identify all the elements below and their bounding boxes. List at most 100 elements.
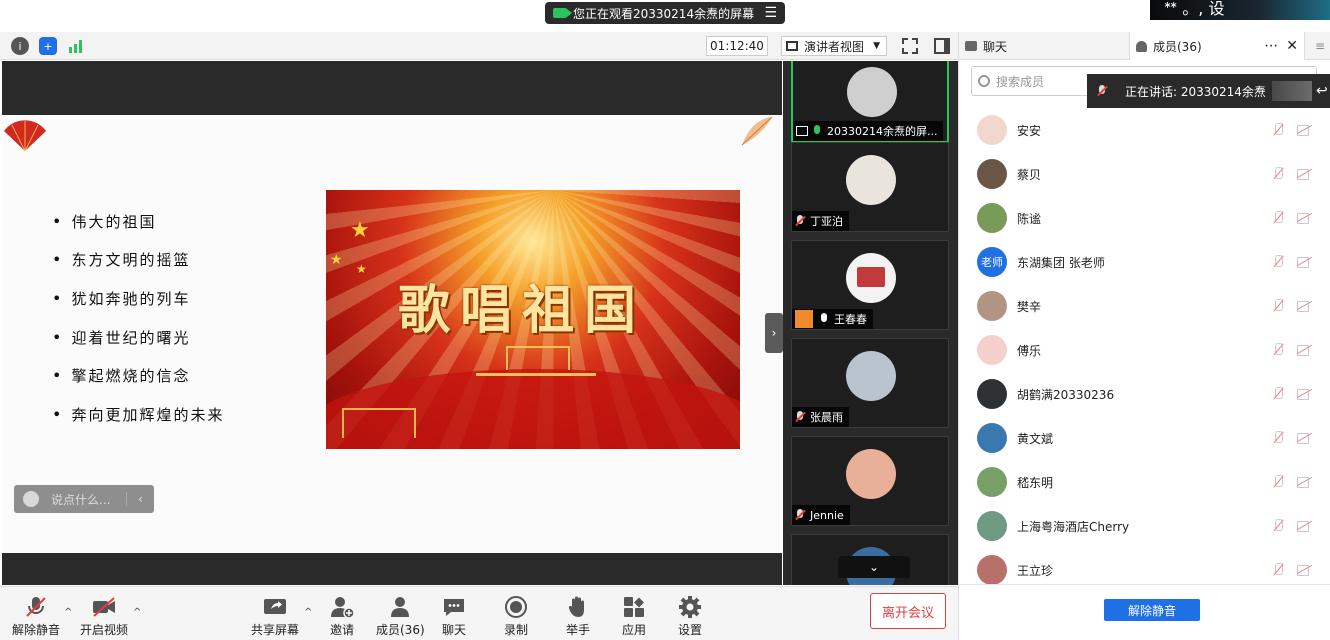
mic-off-icon[interactable] — [1271, 475, 1285, 489]
mic-off-icon[interactable] — [1271, 519, 1285, 533]
list-item[interactable]: 陈谧 — [959, 196, 1330, 240]
mic-off-icon[interactable] — [1271, 563, 1285, 577]
list-item[interactable]: 老师 东湖集团 张老师 — [959, 240, 1330, 284]
video-off-icon[interactable] — [1297, 213, 1313, 224]
apps-button[interactable]: 应用 — [622, 595, 646, 638]
mic-off-icon[interactable] — [1271, 299, 1285, 313]
chevron-up-icon[interactable]: ^ — [64, 607, 72, 618]
participant-name: Jennie — [810, 508, 844, 522]
chat-input[interactable]: 说点什么... ‹ — [14, 485, 154, 513]
view-mode-dropdown[interactable]: 演讲者视图 ▼ — [781, 36, 887, 56]
signal-icon[interactable] — [67, 37, 85, 55]
video-off-icon[interactable] — [1297, 433, 1313, 444]
video-thumbnail[interactable]: 王春春 — [791, 240, 949, 330]
avatar — [977, 159, 1007, 189]
mic-off-icon[interactable] — [1271, 123, 1285, 137]
info-icon[interactable]: i — [11, 37, 29, 55]
menu-icon[interactable]: ≡ — [1309, 32, 1330, 60]
video-off-icon[interactable] — [1297, 521, 1313, 532]
collapse-chat-button[interactable]: ‹ — [126, 492, 154, 506]
video-thumbnail[interactable]: 丁亚泊 — [791, 142, 949, 232]
members-button[interactable]: 成员(36) — [376, 595, 425, 638]
avatar — [977, 511, 1007, 541]
avatar — [977, 555, 1007, 585]
list-item[interactable]: 胡鹤满20330236 — [959, 372, 1330, 416]
participant-name: 王春春 — [834, 313, 867, 326]
video-off-icon[interactable] — [1297, 301, 1313, 312]
video-thumbnail-strip[interactable]: 20330214余焘的屏... 丁亚泊 王春春 张晨雨 Jennie — [783, 61, 958, 585]
mic-off-icon[interactable] — [1271, 431, 1285, 445]
participant-name: 丁亚泊 — [810, 215, 843, 228]
invite-button[interactable]: 邀请 — [330, 595, 355, 638]
mic-off-icon[interactable] — [1271, 387, 1285, 401]
fan-decoration — [4, 120, 46, 152]
avatar — [977, 379, 1007, 409]
mic-off-icon[interactable] — [1271, 255, 1285, 269]
more-icon[interactable]: ⋯ — [1264, 38, 1278, 54]
video-thumbnail[interactable]: 张晨雨 — [791, 338, 949, 428]
chevron-down-icon[interactable]: ⌄ — [838, 556, 910, 578]
unmute-all-button[interactable]: 解除静音 — [1104, 599, 1200, 621]
shared-screen: 伟大的祖国 东方文明的摇篮 犹如奔驰的列车 迎着世纪的曙光 擎起燃烧的信念 奔向… — [2, 61, 782, 585]
record-button[interactable]: 录制 — [504, 595, 528, 638]
video-off-icon[interactable] — [1297, 125, 1313, 136]
settings-button[interactable]: 设置 — [678, 595, 702, 638]
sidebar-toggle-icon[interactable] — [934, 38, 950, 54]
video-thumbnail[interactable]: 20330214余焘的屏... — [791, 61, 949, 143]
apps-label: 应用 — [622, 623, 647, 637]
active-speaker-text: 正在讲话: 20330214余焘 — [1125, 84, 1266, 99]
menu-icon[interactable]: ☰ — [764, 5, 777, 21]
user-icon — [795, 310, 813, 328]
star-icon: ★ — [350, 218, 370, 243]
tab-members[interactable]: 成员(36) ⋯ ✕ — [1129, 32, 1305, 60]
unmute-button[interactable]: 解除静音 — [12, 595, 60, 638]
list-item[interactable]: 樊辛 — [959, 284, 1330, 328]
record-label: 录制 — [504, 623, 529, 637]
mic-off-icon — [795, 215, 805, 227]
chat-button[interactable]: 聊天 — [442, 595, 466, 638]
fullscreen-icon[interactable] — [902, 38, 918, 54]
tab-chat[interactable]: 聊天 — [959, 32, 1129, 60]
avatar — [846, 449, 896, 499]
screen-share-icon — [796, 126, 808, 136]
video-off-icon[interactable] — [1297, 477, 1313, 488]
thumbnail-label: 张晨雨 — [792, 407, 849, 427]
mic-off-icon[interactable] — [1271, 211, 1285, 225]
list-item[interactable]: 蔡贝 — [959, 152, 1330, 196]
members-label: 成员(36) — [376, 623, 425, 637]
unmute-label: 解除静音 — [12, 623, 61, 637]
search-icon — [978, 75, 990, 87]
video-off-icon[interactable] — [1297, 257, 1313, 268]
mic-off-icon[interactable] — [1271, 167, 1285, 181]
star-icon: ★ — [330, 252, 343, 268]
leave-meeting-button[interactable]: 离开会议 — [870, 593, 946, 629]
avatar — [846, 155, 896, 205]
list-item[interactable]: 上海粤海酒店Cherry — [959, 504, 1330, 548]
raise-hand-label: 举手 — [566, 623, 591, 637]
tab-members-label: 成员(36) — [1153, 39, 1202, 54]
sharing-banner[interactable]: 您正在观看20330214余焘的屏幕 ☰ — [545, 2, 785, 24]
list-item[interactable]: 安安 — [959, 108, 1330, 152]
chevron-up-icon[interactable]: ^ — [133, 607, 141, 618]
star-icon: ★ — [356, 262, 367, 276]
collapse-thumbnails-button[interactable]: › — [765, 313, 783, 353]
video-thumbnail[interactable]: Jennie — [791, 436, 949, 526]
video-off-icon[interactable] — [1297, 169, 1313, 180]
thumbnail-label: 王春春 — [792, 309, 873, 329]
mic-off-icon[interactable] — [1271, 343, 1285, 357]
video-off-icon[interactable] — [1297, 345, 1313, 356]
reply-icon[interactable]: ↩ — [1316, 83, 1328, 99]
list-item[interactable]: 傅乐 — [959, 328, 1330, 372]
video-off-icon[interactable] — [1297, 565, 1313, 576]
raise-hand-button[interactable]: 举手 — [566, 595, 590, 638]
share-screen-button[interactable]: 共享屏幕 — [251, 595, 299, 638]
start-video-button[interactable]: 开启视频 — [80, 595, 128, 638]
shield-icon[interactable]: + — [39, 37, 57, 55]
list-item[interactable]: 黄文斌 — [959, 416, 1330, 460]
chevron-up-icon[interactable]: ^ — [304, 607, 312, 618]
close-icon[interactable]: ✕ — [1286, 38, 1298, 54]
emoji-icon[interactable] — [23, 491, 39, 507]
list-item[interactable]: 嵇东明 — [959, 460, 1330, 504]
video-off-icon[interactable] — [1297, 389, 1313, 400]
member-name: 安安 — [1017, 123, 1042, 138]
